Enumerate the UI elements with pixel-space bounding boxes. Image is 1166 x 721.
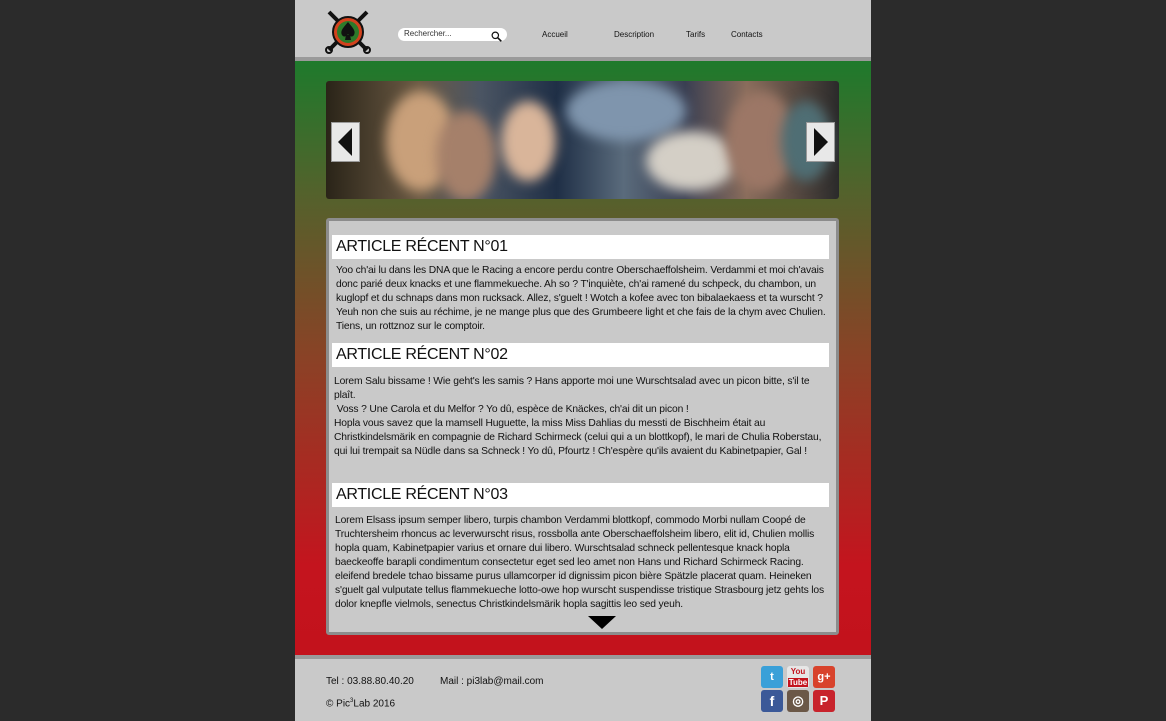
page: Rechercher... Accueil Description Tarifs…: [295, 0, 871, 721]
articles-panel: ARTICLE RÉCENT N°01 Yoo ch'ai lu dans le…: [326, 218, 839, 635]
arrow-left-icon: [338, 128, 352, 156]
search-placeholder: Rechercher...: [404, 29, 452, 38]
twitter-icon[interactable]: t: [761, 666, 783, 688]
article-1-title[interactable]: ARTICLE RÉCENT N°01: [332, 235, 829, 259]
search-icon[interactable]: [491, 29, 502, 42]
header: Rechercher... Accueil Description Tarifs…: [295, 0, 871, 61]
article-1-text: Yoo ch'ai lu dans les DNA que le Racing …: [336, 265, 826, 332]
nav-tarifs[interactable]: Tarifs: [686, 30, 705, 39]
nav-accueil[interactable]: Accueil: [542, 30, 568, 39]
search-input[interactable]: Rechercher...: [398, 28, 507, 42]
main-content: ARTICLE RÉCENT N°01 Yoo ch'ai lu dans le…: [295, 61, 871, 655]
article-3-text: Lorem Elsass ipsum semper libero, turpis…: [335, 515, 824, 610]
footer-copyright: © Pic3Lab 2016: [326, 698, 395, 709]
pinterest-icon[interactable]: P: [813, 690, 835, 712]
article-3-title[interactable]: ARTICLE RÉCENT N°03: [332, 483, 829, 507]
article-2-line: Voss ? Une Carola et du Melfor ? Yo dû, …: [334, 404, 689, 415]
scroll-down-icon[interactable]: [588, 616, 616, 629]
article-2-line: Lorem Salu bissame ! Wie geht's les sami…: [334, 376, 810, 401]
image-slider: [326, 81, 839, 199]
footer: Tel : 03.88.80.40.20 Mail : pi3lab@mail.…: [295, 655, 871, 721]
copyright-post: Lab 2016: [353, 698, 396, 710]
article-2-title[interactable]: ARTICLE RÉCENT N°02: [332, 343, 829, 367]
youtube-icon[interactable]: You Tube: [787, 666, 809, 688]
logo[interactable]: [325, 8, 371, 54]
footer-mail[interactable]: Mail : pi3lab@mail.com: [440, 676, 544, 687]
nav-description[interactable]: Description: [614, 30, 654, 39]
instagram-icon[interactable]: ◎: [787, 690, 809, 712]
arrow-right-icon: [814, 128, 828, 156]
slider-prev-button[interactable]: [331, 122, 360, 162]
copyright-pre: © Pic: [326, 698, 351, 710]
footer-phone: Tel : 03.88.80.40.20: [326, 676, 414, 687]
facebook-icon[interactable]: f: [761, 690, 783, 712]
google-plus-icon[interactable]: g+: [813, 666, 835, 688]
nav-contacts[interactable]: Contacts: [731, 30, 763, 39]
article-2-line: Hopla vous savez que la mamsell Huguette…: [334, 418, 822, 457]
slider-next-button[interactable]: [806, 122, 835, 162]
article-2-text: Lorem Salu bissame ! Wie geht's les sami…: [334, 375, 831, 459]
